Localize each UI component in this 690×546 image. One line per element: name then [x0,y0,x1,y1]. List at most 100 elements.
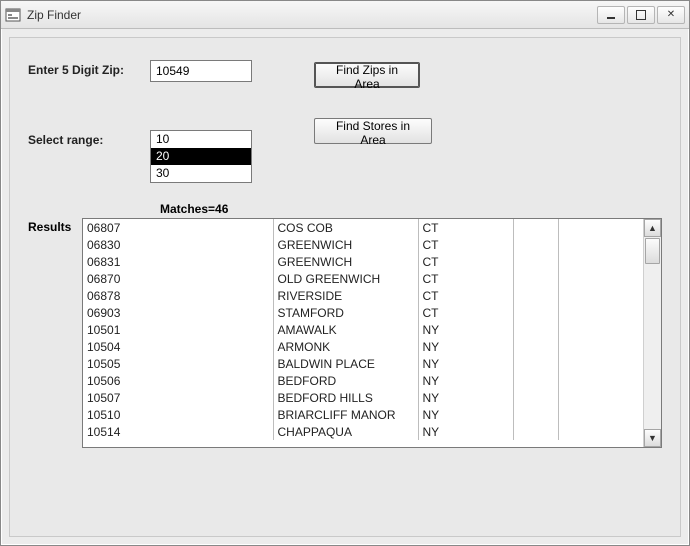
table-cell: RIVERSIDE [273,287,418,304]
table-row[interactable]: 06903STAMFORDCT [83,304,643,321]
table-cell [513,372,558,389]
close-button[interactable] [657,6,685,24]
table-cell: NY [418,355,513,372]
table-cell: AMAWALK [273,321,418,338]
table-cell: 10514 [83,423,273,440]
table-row[interactable]: 10501AMAWALKNY [83,321,643,338]
table-cell [558,270,643,287]
table-cell [558,406,643,423]
table-row[interactable]: 06870OLD GREENWICHCT [83,270,643,287]
table-cell [513,338,558,355]
table-cell: CT [418,304,513,321]
titlebar: Zip Finder [1,1,689,29]
find-stores-button[interactable]: Find Stores in Area [314,118,432,144]
range-option[interactable]: 30 [151,165,251,182]
table-cell: 06831 [83,253,273,270]
table-cell: 06878 [83,287,273,304]
results-grid-body[interactable]: 06807COS COBCT06830GREENWICHCT06831GREEN… [83,219,643,447]
table-row[interactable]: 10505BALDWIN PLACENY [83,355,643,372]
table-cell: ARMONK [273,338,418,355]
table-cell: CT [418,253,513,270]
table-row[interactable]: 10504ARMONKNY [83,338,643,355]
table-cell: NY [418,372,513,389]
table-cell: NY [418,423,513,440]
table-cell [513,253,558,270]
window: Zip Finder Enter 5 Digit Zip: Find Zips … [0,0,690,546]
table-cell: NY [418,338,513,355]
table-cell: CT [418,287,513,304]
table-cell: BRIARCLIFF MANOR [273,406,418,423]
scroll-up-button[interactable]: ▲ [644,219,661,237]
table-row[interactable]: 10510BRIARCLIFF MANORNY [83,406,643,423]
minimize-button[interactable] [597,6,625,24]
table-cell: 10510 [83,406,273,423]
app-icon [5,7,21,23]
zip-input[interactable] [150,60,252,82]
table-cell [513,423,558,440]
table-cell: NY [418,389,513,406]
table-cell: 10505 [83,355,273,372]
table-row[interactable]: 10506BEDFORDNY [83,372,643,389]
table-cell: 10501 [83,321,273,338]
table-cell [513,304,558,321]
maximize-button[interactable] [627,6,655,24]
table-cell [558,236,643,253]
table-cell: OLD GREENWICH [273,270,418,287]
table-cell [558,287,643,304]
table-cell [558,304,643,321]
table-row[interactable]: 10514CHAPPAQUANY [83,423,643,440]
table-cell: CT [418,270,513,287]
table-cell: CHAPPAQUA [273,423,418,440]
table-cell [513,355,558,372]
window-title: Zip Finder [27,8,595,22]
table-cell [558,321,643,338]
table-cell [513,406,558,423]
table-cell: NY [418,321,513,338]
client-area: Enter 5 Digit Zip: Find Zips in Area Fin… [9,37,681,537]
table-cell: NY [418,406,513,423]
table-cell: 10504 [83,338,273,355]
table-cell: CT [418,219,513,236]
table-cell [513,219,558,236]
range-listbox[interactable]: 102030 [150,130,252,183]
table-cell: 06903 [83,304,273,321]
table-cell [558,253,643,270]
table-row[interactable]: 10507BEDFORD HILLSNY [83,389,643,406]
results-grid: 06807COS COBCT06830GREENWICHCT06831GREEN… [82,218,662,448]
range-option[interactable]: 20 [151,148,251,165]
zip-label: Enter 5 Digit Zip: [28,60,150,77]
table-cell: BEDFORD HILLS [273,389,418,406]
table-cell: GREENWICH [273,236,418,253]
scroll-thumb[interactable] [645,238,660,264]
table-row[interactable]: 06830GREENWICHCT [83,236,643,253]
table-cell [558,355,643,372]
results-label: Results [28,220,71,234]
table-cell [513,287,558,304]
range-label: Select range: [28,130,150,147]
table-row[interactable]: 06831GREENWICHCT [83,253,643,270]
table-cell: GREENWICH [273,253,418,270]
vertical-scrollbar[interactable]: ▲ ▼ [643,219,661,447]
table-cell [558,338,643,355]
table-cell: BEDFORD [273,372,418,389]
table-cell [513,236,558,253]
table-cell: 06870 [83,270,273,287]
table-cell [558,372,643,389]
range-option[interactable]: 10 [151,131,251,148]
table-cell [513,389,558,406]
table-row[interactable]: 06878RIVERSIDECT [83,287,643,304]
table-cell: COS COB [273,219,418,236]
table-cell: CT [418,236,513,253]
table-cell: 10506 [83,372,273,389]
table-cell: 06830 [83,236,273,253]
table-cell [513,321,558,338]
table-cell [558,219,643,236]
scroll-down-button[interactable]: ▼ [644,429,661,447]
table-cell: 10507 [83,389,273,406]
table-cell [558,389,643,406]
find-zips-button[interactable]: Find Zips in Area [314,62,420,88]
table-row[interactable]: 06807COS COBCT [83,219,643,236]
matches-label: Matches=46 [160,202,228,216]
table-cell: 06807 [83,219,273,236]
table-cell [513,270,558,287]
